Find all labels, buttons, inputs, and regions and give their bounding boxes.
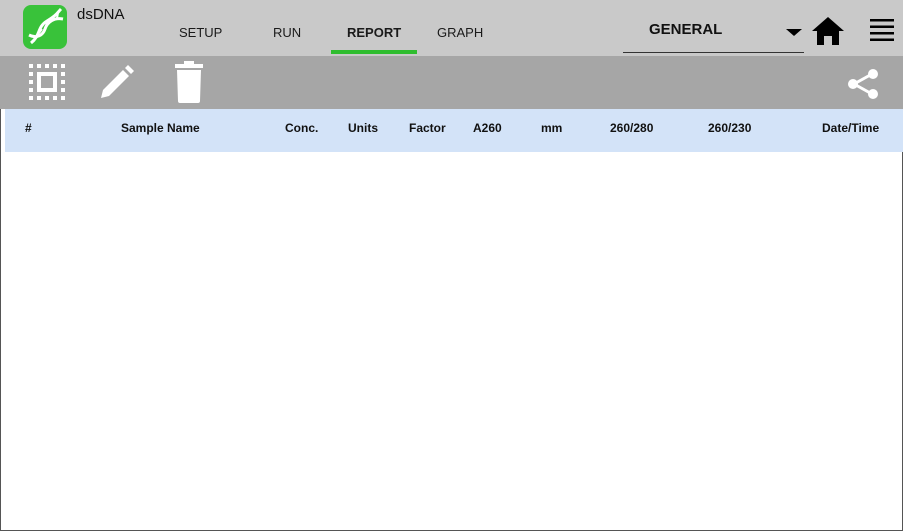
dna-icon xyxy=(28,7,64,45)
column-header-260-230[interactable]: 260/230 xyxy=(708,121,751,135)
column-header-number[interactable]: # xyxy=(25,121,32,135)
pencil-icon[interactable] xyxy=(99,64,135,100)
trash-icon[interactable] xyxy=(173,61,205,103)
column-header-date-time[interactable]: Date/Time xyxy=(822,121,879,135)
menu-icon[interactable] xyxy=(869,16,895,42)
chevron-down-icon[interactable] xyxy=(786,29,802,36)
column-header-units[interactable]: Units xyxy=(348,121,378,135)
column-header-factor[interactable]: Factor xyxy=(409,121,446,135)
column-header-conc[interactable]: Conc. xyxy=(285,121,318,135)
report-toolbar xyxy=(0,56,903,109)
column-header-260-280[interactable]: 260/280 xyxy=(610,121,653,135)
column-header-sample-name[interactable]: Sample Name xyxy=(121,121,200,135)
mode-dropdown[interactable]: GENERAL xyxy=(623,0,804,53)
tab-graph[interactable]: GRAPH xyxy=(437,25,483,40)
app-title: dsDNA xyxy=(77,6,125,23)
column-header-a260[interactable]: A260 xyxy=(473,121,502,135)
active-tab-indicator xyxy=(331,50,417,54)
select-all-icon[interactable] xyxy=(27,62,69,104)
mode-selected-value: GENERAL xyxy=(649,21,723,38)
report-table-header: # Sample Name Conc. Units Factor A260 mm… xyxy=(5,109,903,152)
top-app-bar: dsDNA SETUP RUN REPORT GRAPH GENERAL xyxy=(0,0,903,56)
report-table-body[interactable] xyxy=(5,152,901,530)
tab-run[interactable]: RUN xyxy=(273,25,301,40)
home-icon[interactable] xyxy=(811,16,845,46)
share-icon[interactable] xyxy=(846,68,880,100)
tab-setup[interactable]: SETUP xyxy=(179,25,222,40)
tab-report[interactable]: REPORT xyxy=(347,25,401,40)
column-header-mm[interactable]: mm xyxy=(541,121,562,135)
app-logo[interactable] xyxy=(23,5,67,49)
